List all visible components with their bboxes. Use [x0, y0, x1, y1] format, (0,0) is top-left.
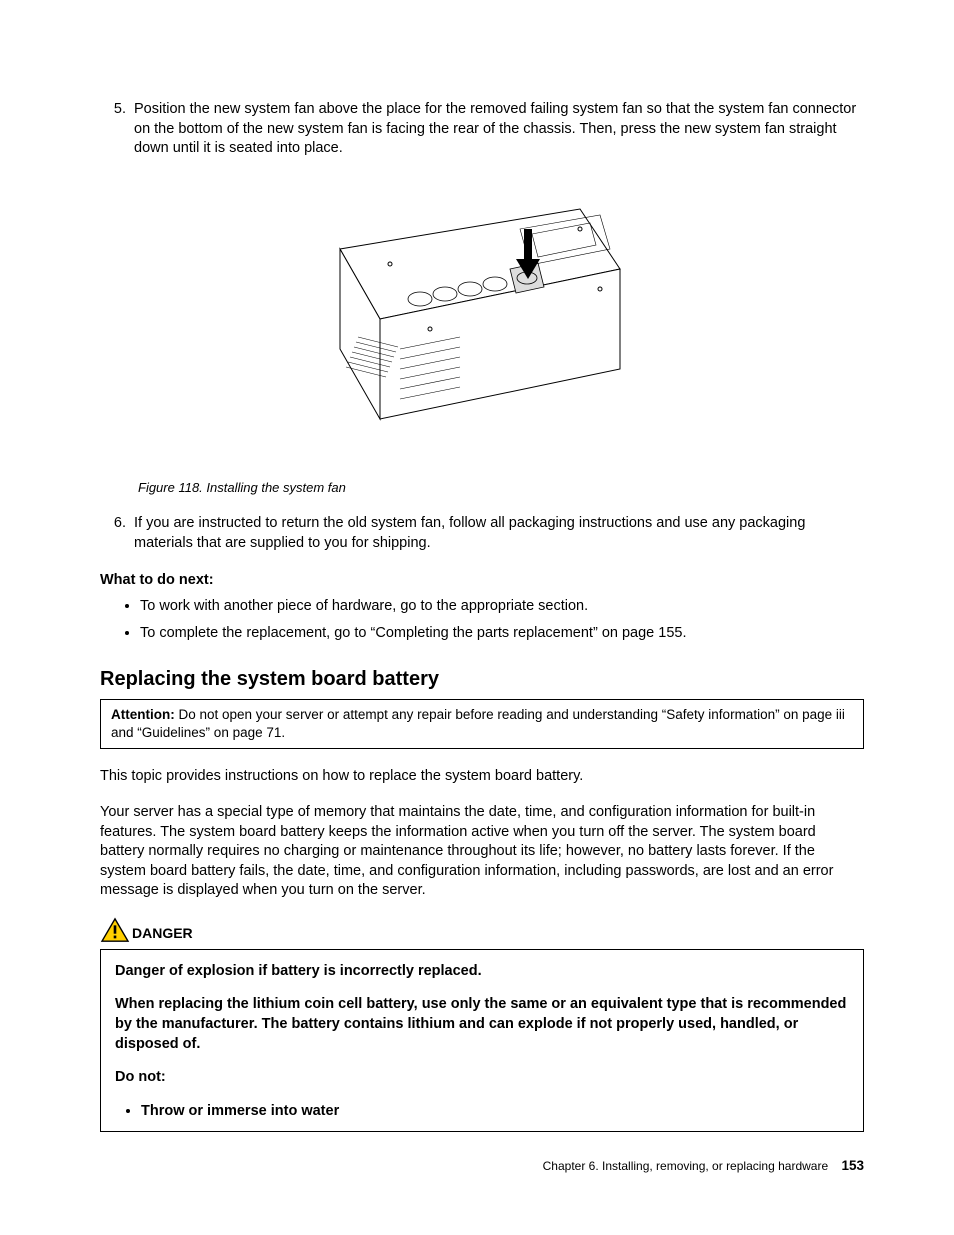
- danger-bullets: Throw or immerse into water: [115, 1102, 849, 1122]
- figure-caption: Figure 118. Installing the system fan: [138, 479, 864, 497]
- danger-line: Do not:: [115, 1068, 849, 1088]
- step-text: Position the new system fan above the pl…: [134, 100, 864, 159]
- danger-label: DANGER: [132, 924, 193, 943]
- danger-line: When replacing the lithium coin cell bat…: [115, 995, 849, 1054]
- figure-illustration: [280, 189, 640, 469]
- step-number: 6.: [100, 514, 134, 553]
- list-item: Throw or immerse into water: [141, 1102, 849, 1122]
- step-6: 6. If you are instructed to return the o…: [100, 514, 864, 553]
- warning-triangle-icon: [100, 917, 130, 943]
- attention-box: Attention: Do not open your server or at…: [100, 699, 864, 749]
- footer-chapter: Chapter 6. Installing, removing, or repl…: [543, 1159, 828, 1173]
- list-item: To work with another piece of hardware, …: [140, 597, 864, 617]
- danger-header: DANGER: [100, 917, 864, 943]
- paragraph: Your server has a special type of memory…: [100, 803, 864, 901]
- what-next-list: To work with another piece of hardware, …: [100, 597, 864, 644]
- step-number: 5.: [100, 100, 134, 159]
- what-next-heading: What to do next:: [100, 571, 864, 591]
- paragraph: This topic provides instructions on how …: [100, 767, 864, 787]
- step-5: 5. Position the new system fan above the…: [100, 100, 864, 159]
- attention-label: Attention:: [111, 707, 175, 722]
- list-item: To complete the replacement, go to “Comp…: [140, 624, 864, 644]
- danger-box: Danger of explosion if battery is incorr…: [100, 949, 864, 1132]
- attention-text: Do not open your server or attempt any r…: [111, 707, 845, 740]
- page-footer: Chapter 6. Installing, removing, or repl…: [543, 1157, 864, 1175]
- section-heading: Replacing the system board battery: [100, 666, 864, 693]
- server-fan-diagram: [280, 189, 640, 469]
- step-list: 5. Position the new system fan above the…: [100, 100, 864, 159]
- step-text: If you are instructed to return the old …: [134, 514, 864, 553]
- footer-page-number: 153: [841, 1158, 864, 1173]
- document-page: 5. Position the new system fan above the…: [0, 0, 954, 1235]
- danger-line: Danger of explosion if battery is incorr…: [115, 962, 849, 982]
- step-list-cont: 6. If you are instructed to return the o…: [100, 514, 864, 553]
